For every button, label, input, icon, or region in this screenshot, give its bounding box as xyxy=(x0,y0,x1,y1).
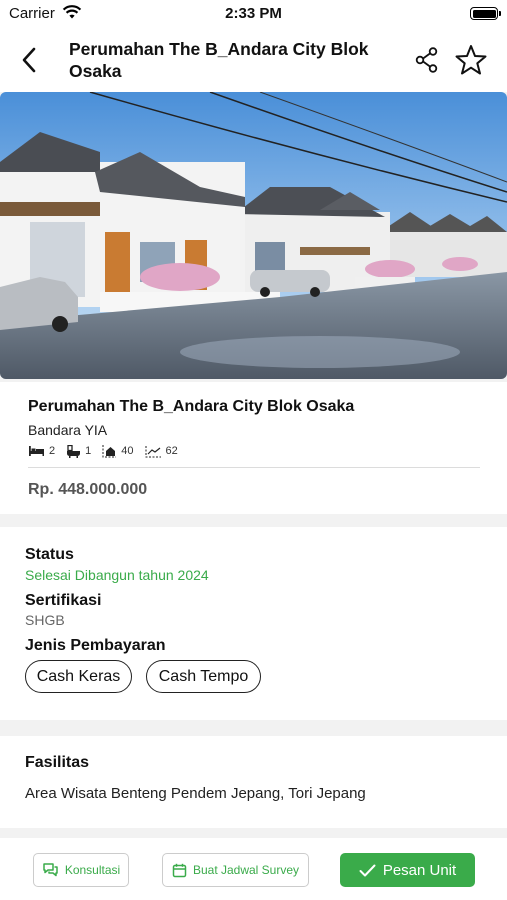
property-location: Bandara YIA xyxy=(28,422,108,438)
page-title: Perumahan The B_Andara City Blok Osaka xyxy=(69,39,369,81)
calendar-icon xyxy=(172,863,187,877)
clock: 2:33 PM xyxy=(225,5,282,22)
certification-value: SHGB xyxy=(25,612,65,628)
chevron-left-icon xyxy=(22,47,36,73)
order-unit-label: Pesan Unit xyxy=(382,861,457,879)
status-value: Selesai Dibangun tahun 2024 xyxy=(25,567,209,583)
certification-label: Sertifikasi xyxy=(25,592,102,609)
facilities-card: Fasilitas Area Wisata Benteng Pendem Jep… xyxy=(0,736,507,828)
bathtub-icon xyxy=(67,444,81,458)
property-specs: 2 1 40 62 xyxy=(28,444,189,458)
spec-bedrooms: 2 xyxy=(28,445,55,457)
battery-icon xyxy=(470,7,501,20)
bedroom-count: 2 xyxy=(49,445,56,457)
land-area-value: 62 xyxy=(165,445,178,457)
payment-type-label: Jenis Pembayaran xyxy=(25,637,166,654)
land-area-icon xyxy=(145,445,161,457)
building-area-icon xyxy=(102,445,117,458)
star-icon xyxy=(455,45,487,75)
favorite-button[interactable] xyxy=(454,43,488,77)
chat-icon xyxy=(43,863,58,877)
payment-option-cash-keras[interactable]: Cash Keras xyxy=(25,660,132,693)
facilities-label: Fasilitas xyxy=(25,754,90,771)
schedule-survey-button[interactable]: Buat Jadwal Survey xyxy=(162,853,309,887)
property-image[interactable] xyxy=(0,92,507,379)
payment-option-cash-tempo[interactable]: Cash Tempo xyxy=(146,660,261,693)
property-summary-card: Perumahan The B_Andara City Blok Osaka B… xyxy=(0,382,507,514)
consultation-button[interactable]: Konsultasi xyxy=(33,853,129,887)
share-button[interactable] xyxy=(412,45,442,75)
bathroom-count: 1 xyxy=(85,445,92,457)
schedule-survey-label: Buat Jadwal Survey xyxy=(192,863,300,877)
navigation-bar: Perumahan The B_Andara City Blok Osaka xyxy=(0,28,507,92)
property-price: Rp. 448.000.000 xyxy=(28,481,148,498)
status-label: Status xyxy=(25,546,74,563)
share-icon xyxy=(415,47,438,73)
spec-bathrooms: 1 xyxy=(66,444,92,458)
facilities-value: Area Wisata Benteng Pendem Jepang, Tori … xyxy=(25,785,366,802)
spec-land-area: 62 xyxy=(145,445,178,458)
property-details-card: Status Selesai Dibangun tahun 2024 Serti… xyxy=(0,527,507,720)
property-name: Perumahan The B_Andara City Blok Osaka xyxy=(28,398,355,415)
bed-icon xyxy=(29,446,44,456)
building-area-value: 40 xyxy=(121,445,134,457)
status-bar: Carrier 2:33 PM xyxy=(0,0,507,28)
spec-building-area: 40 xyxy=(102,444,134,458)
consultation-label: Konsultasi xyxy=(64,863,121,877)
order-unit-button[interactable]: Pesan Unit xyxy=(340,853,475,887)
back-button[interactable] xyxy=(14,43,44,77)
divider xyxy=(28,467,480,468)
checkmark-icon xyxy=(359,864,376,876)
bottom-action-bar: Konsultasi Buat Jadwal Survey Pesan Unit xyxy=(0,838,507,900)
